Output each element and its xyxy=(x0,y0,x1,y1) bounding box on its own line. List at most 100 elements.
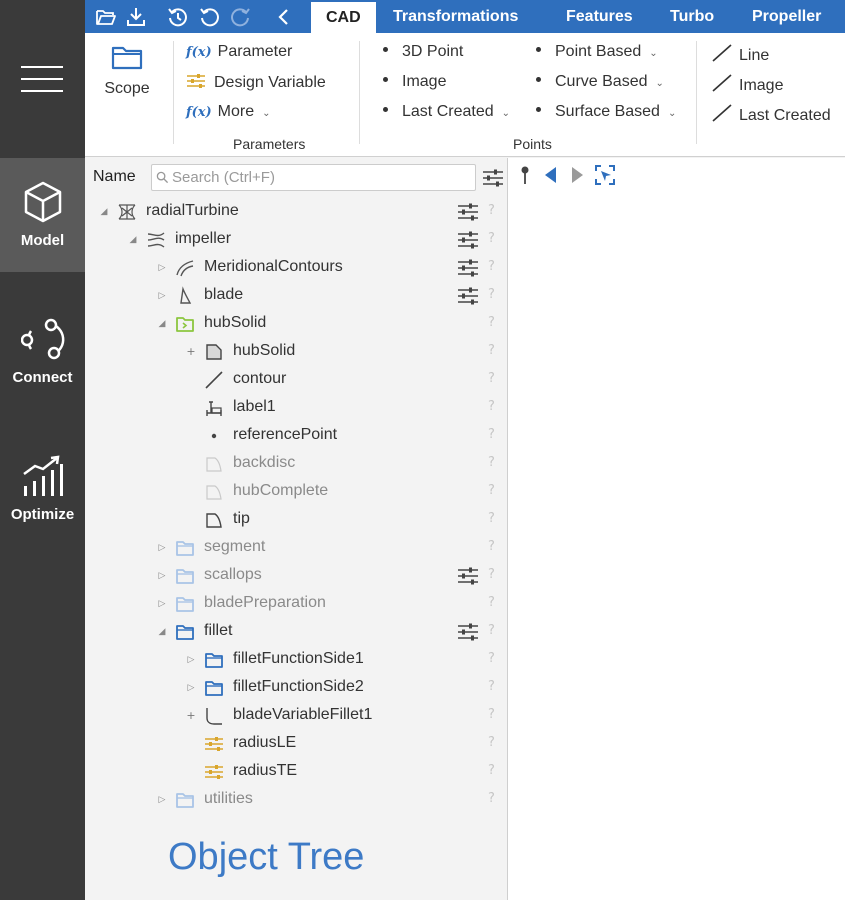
tree-node-label[interactable]: hubSolid xyxy=(204,314,266,332)
parameter-button[interactable]: f(x) Parameter xyxy=(186,43,292,61)
expand-toggle-icon[interactable]: ▷ xyxy=(186,682,196,694)
tree-row[interactable]: ▷ MeridionalContours? xyxy=(85,254,507,282)
help-icon[interactable]: ? xyxy=(488,343,495,358)
help-icon[interactable]: ? xyxy=(488,595,495,610)
image-line-button[interactable]: Image xyxy=(711,73,783,95)
sidebar-item-optimize[interactable]: Optimize xyxy=(0,432,85,546)
tree-node-label[interactable]: tip xyxy=(233,510,250,528)
expand-plus-icon[interactable]: + xyxy=(186,346,196,358)
search-input[interactable] xyxy=(172,167,472,188)
expand-toggle-icon[interactable]: ▷ xyxy=(157,570,167,582)
help-icon[interactable]: ? xyxy=(488,259,495,274)
help-icon[interactable]: ? xyxy=(488,623,495,638)
settings-sliders-icon[interactable] xyxy=(457,287,479,305)
image-point-button[interactable]: Image xyxy=(383,73,446,91)
tree-row[interactable]: ▷ segment? xyxy=(85,534,507,562)
help-icon[interactable]: ? xyxy=(488,651,495,666)
tree-node-label[interactable]: referencePoint xyxy=(233,426,337,444)
back-arrow-icon[interactable] xyxy=(540,164,562,186)
help-icon[interactable]: ? xyxy=(488,539,495,554)
help-icon[interactable]: ? xyxy=(488,315,495,330)
tree-row[interactable]: radiusLE? xyxy=(85,730,507,758)
settings-sliders-icon[interactable] xyxy=(457,623,479,641)
tab-transformations[interactable]: Transformations xyxy=(393,0,518,33)
settings-sliders-icon[interactable] xyxy=(457,259,479,277)
tab-features[interactable]: Features xyxy=(566,0,633,33)
help-icon[interactable]: ? xyxy=(488,567,495,582)
tree-row[interactable]: ◢ hubSolid? xyxy=(85,310,507,338)
expand-toggle-icon[interactable]: ▷ xyxy=(157,262,167,274)
expand-plus-icon[interactable]: + xyxy=(186,710,196,722)
sidebar-item-model[interactable]: Model xyxy=(0,158,85,272)
tree-row[interactable]: label1? xyxy=(85,394,507,422)
collapse-toggle-icon[interactable]: ◢ xyxy=(128,234,138,246)
tree-row[interactable]: + bladeVariableFillet1? xyxy=(85,702,507,730)
help-icon[interactable]: ? xyxy=(488,455,495,470)
tree-row[interactable]: hubComplete? xyxy=(85,478,507,506)
help-icon[interactable]: ? xyxy=(488,231,495,246)
help-icon[interactable]: ? xyxy=(488,763,495,778)
tree-row[interactable]: ▷ scallops? xyxy=(85,562,507,590)
help-icon[interactable]: ? xyxy=(488,371,495,386)
chevron-left-icon[interactable] xyxy=(273,6,295,28)
tree-row[interactable]: ▷ filletFunctionSide1? xyxy=(85,646,507,674)
expand-toggle-icon[interactable]: ▷ xyxy=(157,794,167,806)
help-icon[interactable]: ? xyxy=(488,735,495,750)
collapse-toggle-icon[interactable]: ◢ xyxy=(157,318,167,330)
tree-row[interactable]: ▷ bladePreparation? xyxy=(85,590,507,618)
design-variable-button[interactable]: Design Variable xyxy=(186,73,326,92)
tree-row[interactable]: ▷ blade? xyxy=(85,282,507,310)
help-icon[interactable]: ? xyxy=(488,679,495,694)
undo-icon[interactable] xyxy=(199,6,221,28)
settings-sliders-icon[interactable] xyxy=(457,231,479,249)
help-icon[interactable]: ? xyxy=(488,287,495,302)
tree-row[interactable]: + hubSolid? xyxy=(85,338,507,366)
help-icon[interactable]: ? xyxy=(488,483,495,498)
help-icon[interactable]: ? xyxy=(488,399,495,414)
settings-sliders-icon[interactable] xyxy=(457,203,479,221)
tree-row[interactable]: tip? xyxy=(85,506,507,534)
tree-row[interactable]: contour? xyxy=(85,366,507,394)
settings-sliders-icon[interactable] xyxy=(457,567,479,585)
tree-node-label[interactable]: hubComplete xyxy=(233,482,328,500)
tree-node-label[interactable]: scallops xyxy=(204,566,262,584)
collapse-toggle-icon[interactable]: ◢ xyxy=(99,206,109,218)
redo-icon[interactable] xyxy=(229,6,251,28)
tree-node-label[interactable]: contour xyxy=(233,370,286,388)
tree-node-label[interactable]: MeridionalContours xyxy=(204,258,343,276)
hamburger-menu-icon[interactable] xyxy=(21,64,63,94)
filter-settings-icon[interactable] xyxy=(482,167,504,189)
open-folder-icon[interactable] xyxy=(95,6,117,28)
tree-node-label[interactable]: hubSolid xyxy=(233,342,295,360)
expand-toggle-icon[interactable]: ▷ xyxy=(157,290,167,302)
tree-node-label[interactable]: radiusLE xyxy=(233,734,296,752)
last-created-line-button[interactable]: Last Created xyxy=(711,103,831,125)
tab-turbo[interactable]: Turbo xyxy=(670,0,714,33)
help-icon[interactable]: ? xyxy=(488,511,495,526)
tree-node-label[interactable]: impeller xyxy=(175,230,231,248)
tree-row[interactable]: backdisc? xyxy=(85,450,507,478)
tree-node-label[interactable]: backdisc xyxy=(233,454,295,472)
expand-toggle-icon[interactable]: ▷ xyxy=(157,542,167,554)
surface-based-dropdown[interactable]: Surface Based ⌄ xyxy=(536,103,676,121)
collapse-toggle-icon[interactable]: ◢ xyxy=(157,626,167,638)
tree-node-label[interactable]: utilities xyxy=(204,790,253,808)
tree-row[interactable]: ◢ fillet? xyxy=(85,618,507,646)
tree-node-label[interactable]: blade xyxy=(204,286,243,304)
expand-toggle-icon[interactable]: ▷ xyxy=(157,598,167,610)
select-focus-icon[interactable] xyxy=(594,164,616,186)
sidebar-item-connect[interactable]: Connect xyxy=(0,295,85,409)
tree-node-label[interactable]: radialTurbine xyxy=(146,202,239,220)
help-icon[interactable]: ? xyxy=(488,427,495,442)
tree-node-label[interactable]: fillet xyxy=(204,622,232,640)
curve-based-dropdown[interactable]: Curve Based ⌄ xyxy=(536,73,664,91)
help-icon[interactable]: ? xyxy=(488,791,495,806)
tree-row[interactable]: ▷ filletFunctionSide2? xyxy=(85,674,507,702)
expand-toggle-icon[interactable]: ▷ xyxy=(186,654,196,666)
tree-node-label[interactable]: radiusTE xyxy=(233,762,297,780)
tree-row[interactable]: ◢ impeller? xyxy=(85,226,507,254)
history-icon[interactable] xyxy=(167,6,189,28)
point-based-dropdown[interactable]: Point Based ⌄ xyxy=(536,43,658,61)
more-dropdown[interactable]: f(x) More ⌄ xyxy=(186,103,271,121)
tab-propeller[interactable]: Propeller xyxy=(752,0,821,33)
